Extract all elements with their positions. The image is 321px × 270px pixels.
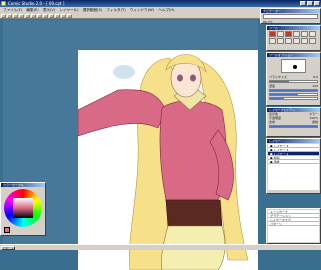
close-button[interactable] <box>314 1 320 6</box>
property-row[interactable]: 合成 通常 <box>267 120 320 124</box>
taskbar: スタート <box>0 244 321 250</box>
rotate-button[interactable] <box>67 14 72 18</box>
current-color-swatch[interactable] <box>4 227 10 233</box>
materials-list: トーンカーブ グラデーション レイヤーマスク パターン <box>268 210 319 242</box>
menu-filter[interactable]: フィルタ(T) <box>106 8 125 12</box>
color-square[interactable] <box>13 198 33 218</box>
fill-tool-icon[interactable] <box>301 31 308 37</box>
right-eye <box>190 74 196 82</box>
brush-size-value: 8.0 <box>313 75 318 79</box>
menu-layer[interactable]: レイヤー(L) <box>59 8 78 12</box>
tool-options-panel: ツールオプション ブラシサイズ 8.0 濃度 100 <box>266 52 321 106</box>
hand-tool-icon[interactable] <box>293 38 300 44</box>
start-button[interactable]: スタート <box>1 246 15 250</box>
canvas-paper[interactable] <box>78 50 258 270</box>
color-panel-title: カラーサークル <box>1 183 45 187</box>
text-tool-icon[interactable] <box>285 38 292 44</box>
brush-tip-icon <box>293 65 297 69</box>
brush-size-slider[interactable] <box>269 80 318 83</box>
layer-properties-panel: レイヤープロパティ 表示色 カラー 不透明度 100% 合成 通常 <box>266 107 321 137</box>
zoom-level: 66.7% <box>263 20 273 24</box>
opacity-slider[interactable] <box>269 125 318 128</box>
sky-blot <box>113 65 135 79</box>
paste-button[interactable] <box>49 14 54 18</box>
navigator-preview[interactable] <box>263 14 318 19</box>
brush-size-label: ブラシサイズ <box>269 75 287 79</box>
select-tool-icon[interactable] <box>309 31 316 37</box>
materials-panel: トーンカーブ グラデーション レイヤーマスク パターン <box>266 208 321 244</box>
color-wheel[interactable] <box>4 189 42 227</box>
app-icon <box>1 1 6 6</box>
layer-item[interactable]: ● 用紙 <box>268 160 319 164</box>
open-button[interactable] <box>7 14 12 18</box>
option-slider-3[interactable] <box>269 93 318 96</box>
window-title: Comic Studio 2.0 - [ 00.cpt ] <box>8 1 65 6</box>
option-slider-4[interactable] <box>269 97 318 100</box>
tool-grid <box>267 30 320 45</box>
lasso-tool-icon[interactable] <box>277 38 284 44</box>
print-button[interactable] <box>19 14 24 18</box>
navigator-panel: ナビゲーター 66.7% <box>260 8 321 24</box>
density-value: 100 <box>312 84 318 88</box>
copy-button[interactable] <box>43 14 48 18</box>
color-panel: カラーサークル <box>0 182 46 236</box>
brush-tool-icon[interactable] <box>285 31 292 37</box>
app-window: Comic Studio 2.0 - [ 00.cpt ] ファイル(F) 編集… <box>0 0 321 270</box>
cut-button[interactable] <box>37 14 42 18</box>
eye-icon[interactable]: ● <box>270 160 273 163</box>
left-eye <box>177 74 183 82</box>
corset <box>165 199 223 227</box>
illustration <box>78 54 249 270</box>
zoom-tool-icon[interactable] <box>301 38 308 44</box>
layers-panel: レイヤー ● レイヤー 4 ● レイヤー 3 ● レイヤー 2 ● 線画 ● 用… <box>266 138 321 194</box>
density-label: 濃度 <box>269 84 276 88</box>
undo-button[interactable] <box>25 14 30 18</box>
save-button[interactable] <box>13 14 18 18</box>
menu-window[interactable]: ウィンドウ(W) <box>130 8 154 12</box>
navigator-title: ナビゲーター <box>261 9 320 13</box>
maximize-button[interactable] <box>307 1 313 6</box>
layer-list: ● レイヤー 4 ● レイヤー 3 ● レイヤー 2 ● 線画 ● 用紙 <box>268 144 319 190</box>
menu-file[interactable]: ファイル(F) <box>3 8 22 12</box>
brush-preview <box>281 59 306 73</box>
pencil-tool-icon[interactable] <box>277 31 284 37</box>
list-item[interactable]: パターン <box>268 222 319 226</box>
eraser-tool-icon[interactable] <box>293 31 300 37</box>
redo-button[interactable] <box>31 14 36 18</box>
toolbar <box>0 13 260 19</box>
new-file-button[interactable] <box>1 14 6 18</box>
layers-title: レイヤー <box>267 139 320 143</box>
move-tool-icon[interactable] <box>269 38 276 44</box>
menu-view[interactable]: 表示(V) <box>43 8 55 12</box>
zoom-in-button[interactable] <box>55 14 60 18</box>
tools-panel: ツール <box>266 25 321 51</box>
menu-edit[interactable]: 編集(E) <box>26 8 38 12</box>
tool-options-title: ツールオプション <box>267 53 320 57</box>
pen-tool-icon[interactable] <box>269 31 276 37</box>
zoom-out-button[interactable] <box>61 14 66 18</box>
titlebar: Comic Studio 2.0 - [ 00.cpt ] <box>0 0 321 7</box>
menu-help[interactable]: ヘルプ(H) <box>158 8 174 12</box>
minimize-button[interactable] <box>300 1 306 6</box>
menu-select[interactable]: 選択範囲(S) <box>83 8 102 12</box>
density-slider[interactable] <box>269 89 318 92</box>
eyedropper-tool-icon[interactable] <box>309 38 316 44</box>
